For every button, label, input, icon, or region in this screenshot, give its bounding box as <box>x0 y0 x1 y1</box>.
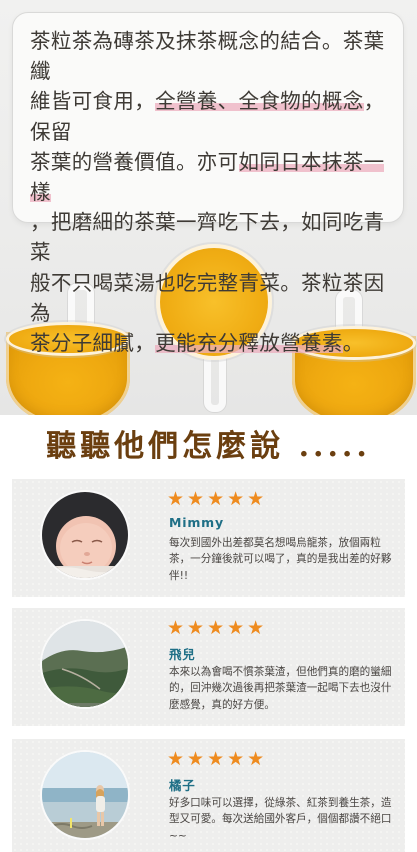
intro-line: 茶粒茶為磚茶及抹茶概念的結合。茶葉纖 <box>30 26 391 86</box>
rating-stars: ★★★★★ <box>167 748 268 770</box>
intro-text-segment: 維皆可食用， <box>30 89 156 114</box>
intro-paragraph: 茶粒茶為磚茶及抹茶概念的結合。茶葉纖 維皆可食用，全營養、全食物的概念，保留 茶… <box>30 26 391 358</box>
review-text: 本來以為會喝不慣茶葉渣，但他們真的磨的蠻細的，回沖幾次過後再把茶葉渣一起喝下去也… <box>169 666 392 711</box>
avatar <box>40 490 130 580</box>
intro-line: 茶葉的營養價值。亦可如同日本抹茶一樣 <box>30 147 391 207</box>
intro-text-segment: 茶葉的營養價值。亦可 <box>30 149 239 174</box>
intro-text-segment: 般不只喝菜湯也吃完整青菜。茶粒茶因為 <box>30 270 385 325</box>
reviewer-name: Mimmy <box>169 515 224 530</box>
intro-card: 茶粒茶為磚茶及抹茶概念的結合。茶葉纖 維皆可食用，全營養、全食物的概念，保留 茶… <box>12 12 404 356</box>
intro-text-segment: 茶分子細膩， <box>30 331 156 356</box>
review-card: ★★★★★ 飛兒 本來以為會喝不慣茶葉渣，但他們真的磨的蠻細的，回沖幾次過後再把… <box>12 608 405 726</box>
hero-section: 茶粒茶為磚茶及抹茶概念的結合。茶葉纖 維皆可食用，全營養、全食物的概念，保留 茶… <box>0 0 417 415</box>
review-card: ★★★★★ Mimmy 每次到國外出差都莫名想喝烏龍茶，放個兩粒茶，一分鐘後就可… <box>12 479 405 597</box>
intro-highlight: 更能充分釋放營養素 <box>155 331 343 356</box>
beach-avatar-image <box>42 752 128 838</box>
intro-line: ，把磨細的茶葉一齊吃下去，如同吃青菜 <box>30 207 391 267</box>
intro-line: 茶分子細膩，更能充分釋放營養素。 <box>30 328 391 358</box>
reviews-title: 聽聽他們怎麼說 ..... <box>46 429 371 464</box>
review-text: 每次到國外出差都莫名想喝烏龍茶，放個兩粒茶，一分鐘後就可以喝了，真的是我出差的好… <box>169 537 392 582</box>
review-card: ★★★★★ 橘子 好多口味可以選擇，從綠茶、紅茶到養生茶，造型又可愛。每次送給國… <box>12 739 405 852</box>
intro-text-segment: ，把磨細的茶葉一齊吃下去，如同吃青菜 <box>30 210 385 265</box>
intro-line: 維皆可食用，全營養、全食物的概念，保留 <box>30 86 391 146</box>
review-text: 好多口味可以選擇，從綠茶、紅茶到養生茶，造型又可愛。每次送給國外客戶，個個都讚不… <box>169 797 392 842</box>
rating-stars: ★★★★★ <box>167 488 268 510</box>
landscape-avatar-image <box>42 621 128 707</box>
intro-text-segment: 茶粒茶為磚茶及抹茶概念的結合。茶葉纖 <box>30 29 385 84</box>
intro-line: 般不只喝菜湯也吃完整青菜。茶粒茶因為 <box>30 268 391 328</box>
avatar <box>40 619 130 709</box>
reviewer-name: 橘子 <box>169 778 196 793</box>
baby-avatar-image <box>42 492 128 578</box>
intro-highlight: 全營養、全食物的概念 <box>155 89 364 114</box>
intro-text-segment: 。 <box>342 331 364 356</box>
rating-stars: ★★★★★ <box>167 617 268 639</box>
reviewer-name: 飛兒 <box>169 647 196 662</box>
avatar <box>40 750 130 840</box>
